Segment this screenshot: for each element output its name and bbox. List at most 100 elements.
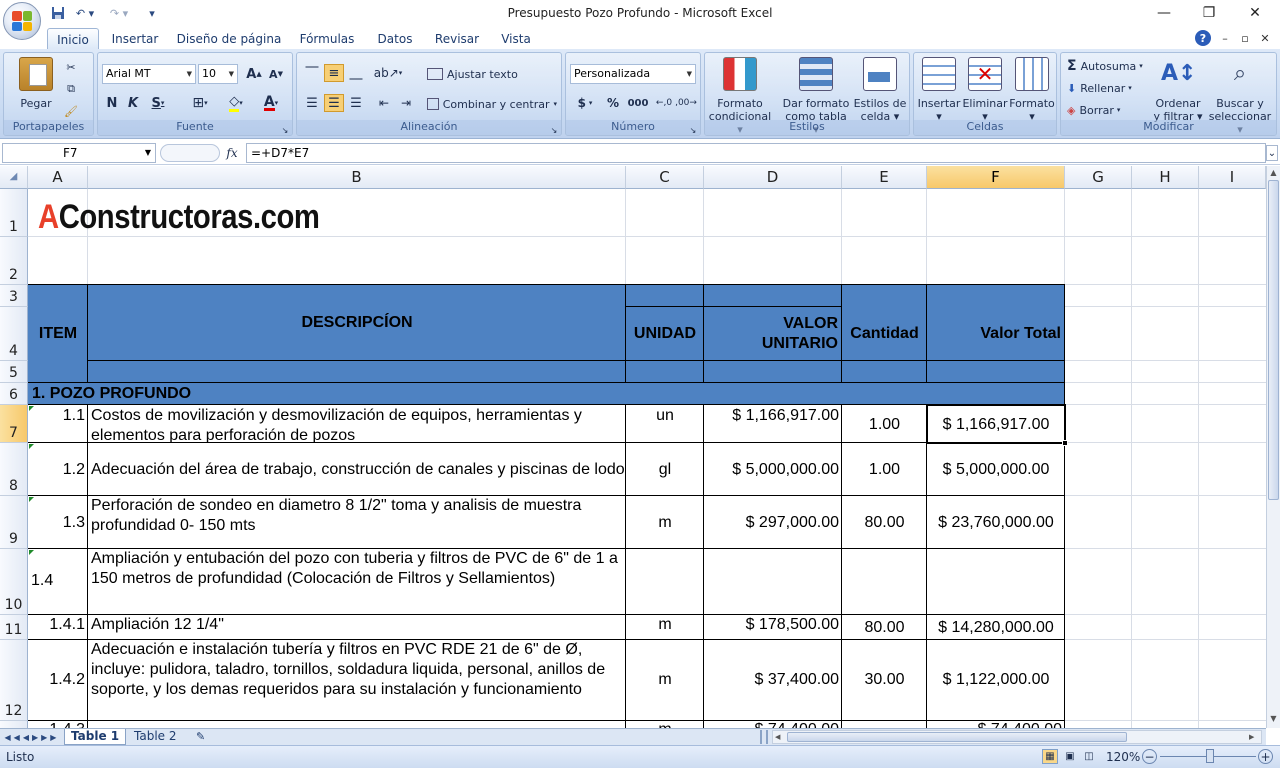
scroll-left-icon[interactable]: ◀ [775, 731, 785, 744]
font-size-box[interactable]: 10 ▼ [198, 64, 238, 84]
align-top-icon[interactable]: ⎺ [302, 64, 322, 82]
decrease-indent-icon[interactable]: ⇤ [374, 94, 394, 112]
cell-unit-price[interactable]: $ 74,400.00 [704, 720, 842, 728]
cell-unit-price[interactable]: $ 297,000.00 [704, 513, 842, 533]
cell-total[interactable]: $ 74,400.00 [927, 720, 1065, 728]
cell-item[interactable]: 1.4.1 [28, 615, 88, 635]
spreadsheet-grid[interactable]: ◢ A B C D E F G H I 1 2 3 4 5 6 7 8 9 10… [0, 166, 1266, 728]
row-header-13[interactable] [0, 721, 28, 728]
cell-description[interactable]: Adecuación e instalación tubería y filtr… [88, 640, 626, 720]
fill-color-icon[interactable]: ◇ ▾ [222, 94, 250, 112]
grow-font-icon[interactable]: A ▲ [244, 65, 264, 83]
align-middle-icon[interactable]: ≡ [324, 64, 344, 82]
cell-quantity[interactable]: 80.00 [842, 513, 927, 533]
cell-description[interactable]: Ampliación 12 1/4" [88, 615, 626, 635]
cell-unit[interactable]: m [626, 720, 704, 728]
clear-button[interactable]: ◈ Borrar ▾ [1067, 101, 1153, 119]
name-box[interactable]: F7 ▼ [2, 143, 156, 163]
row-header-6[interactable]: 6 [0, 383, 28, 405]
delete-cells-button[interactable]: ✕ Eliminar ▾ [962, 57, 1008, 123]
formula-bar-expand-icon[interactable]: ⌄ [1266, 145, 1278, 161]
ribbon-close-icon[interactable]: ✕ [1258, 30, 1272, 46]
zoom-slider-thumb[interactable] [1206, 749, 1214, 763]
row-header-7[interactable]: 7 [0, 405, 28, 443]
scroll-down-icon[interactable]: ▼ [1268, 714, 1279, 724]
column-header-f[interactable]: F [927, 166, 1065, 189]
vertical-scrollbar[interactable]: ▲ ▼ [1266, 166, 1280, 728]
paste-button[interactable]: Pegar [10, 57, 62, 110]
cell-item[interactable]: 1.2 [28, 460, 88, 480]
row-header-11[interactable]: 11 [0, 615, 28, 640]
insert-cells-button[interactable]: Insertar ▾ [916, 57, 962, 123]
restore-icon[interactable]: ❐ [1195, 3, 1223, 23]
scroll-right-icon[interactable]: ▶ [1249, 731, 1259, 744]
column-header-c[interactable]: C [626, 166, 704, 189]
sheet-nav-icons[interactable]: ◀◀◀▶▶▶ [4, 730, 60, 744]
zoom-in-icon[interactable]: + [1258, 749, 1273, 764]
sheet-tab-table-1[interactable]: Table 1 [64, 729, 127, 745]
cell-unit-price[interactable]: $ 178,500.00 [704, 615, 842, 635]
horizontal-scrollbar[interactable]: ◀ ▶ [772, 730, 1262, 744]
cell-unit-price[interactable]: $ 37,400.00 [704, 670, 842, 690]
tab-inicio[interactable]: Inicio [47, 28, 99, 49]
font-color-icon[interactable]: A ▾ [256, 94, 286, 112]
wrap-text-button[interactable]: Ajustar texto [427, 65, 527, 83]
row-header-1[interactable]: 1 [0, 189, 28, 237]
tab-insertar[interactable]: Insertar [106, 28, 164, 49]
insert-function-icon[interactable]: fx [222, 144, 242, 162]
tab-split-handle[interactable] [760, 730, 768, 744]
column-header-d[interactable]: D [704, 166, 842, 189]
cell-description[interactable]: Costos de movilización y desmovilización… [88, 406, 626, 442]
close-icon[interactable]: ✕ [1241, 3, 1269, 23]
insert-sheet-icon[interactable]: ✎ [190, 729, 214, 745]
cell-item[interactable]: 1.1 [28, 406, 88, 426]
cell-styles-button[interactable]: Estilos de celda ▾ [851, 57, 909, 123]
row-header-4[interactable]: 4 [0, 307, 28, 361]
ribbon-minimize-icon[interactable]: – [1218, 30, 1232, 46]
column-header-h[interactable]: H [1132, 166, 1199, 189]
formula-input[interactable]: =+D7*E7 [246, 143, 1266, 163]
cell-quantity[interactable]: 1.00 [842, 415, 927, 435]
row-header-3[interactable]: 3 [0, 285, 28, 307]
cell-total[interactable]: $ 5,000,000.00 [927, 460, 1065, 480]
tab-revisar[interactable]: Revisar [430, 28, 484, 49]
row-header-12[interactable]: 12 [0, 640, 28, 721]
cell-description[interactable]: Adecuación del área de trabajo, construc… [88, 460, 626, 480]
cell-unit-price[interactable]: $ 5,000,000.00 [704, 460, 842, 480]
cell-item[interactable]: 1.4.3 [28, 720, 88, 728]
bold-icon[interactable]: N [103, 94, 121, 112]
font-name-box[interactable]: Arial MT ▼ [102, 64, 196, 84]
cell-unit[interactable]: m [626, 513, 704, 533]
cell-item[interactable]: 1.4 [28, 571, 88, 591]
cell-unit-price[interactable]: $ 1,166,917.00 [704, 406, 842, 426]
fill-button[interactable]: ⬇ Rellenar ▾ [1067, 79, 1153, 97]
row-header-10[interactable]: 10 [0, 549, 28, 615]
cell-unit[interactable]: un [626, 406, 704, 426]
cell-item[interactable]: 1.3 [28, 513, 88, 533]
minimize-icon[interactable]: — [1150, 3, 1178, 23]
scroll-thumb[interactable] [1268, 180, 1279, 500]
page-break-view-icon[interactable]: ◫ [1081, 749, 1097, 764]
office-button[interactable] [3, 2, 41, 40]
column-header-a[interactable]: A [28, 166, 88, 189]
format-cells-button[interactable]: Formato ▾ [1008, 57, 1056, 123]
cell-quantity[interactable]: 30.00 [842, 670, 927, 690]
cell-unit[interactable]: m [626, 670, 704, 690]
align-right-icon[interactable]: ☰ [346, 94, 366, 112]
increase-decimal-icon[interactable]: ←,0 [654, 94, 674, 112]
currency-button[interactable]: $ ▾ [570, 94, 600, 112]
percent-button[interactable]: % [604, 94, 622, 112]
cut-icon[interactable]: ✂ [62, 59, 80, 75]
column-header-b[interactable]: B [88, 166, 626, 189]
decrease-decimal-icon[interactable]: ,00→ [675, 94, 697, 112]
cell-unit[interactable]: gl [626, 460, 704, 480]
cell-description[interactable]: Perforación de sondeo en diametro 8 1/2"… [88, 496, 626, 548]
ribbon-restore-icon[interactable]: ▫ [1238, 30, 1252, 46]
cell-quantity[interactable]: 1.00 [842, 460, 927, 480]
copy-icon[interactable]: ⧉ [62, 81, 80, 97]
zoom-level[interactable]: 120% [1106, 750, 1140, 764]
autosum-button[interactable]: Σ Autosuma ▾ [1067, 57, 1153, 75]
cell-total[interactable]: $ 14,280,000.00 [927, 618, 1065, 638]
row-header-9[interactable]: 9 [0, 496, 28, 549]
align-bottom-icon[interactable]: ⎽ [346, 64, 366, 82]
